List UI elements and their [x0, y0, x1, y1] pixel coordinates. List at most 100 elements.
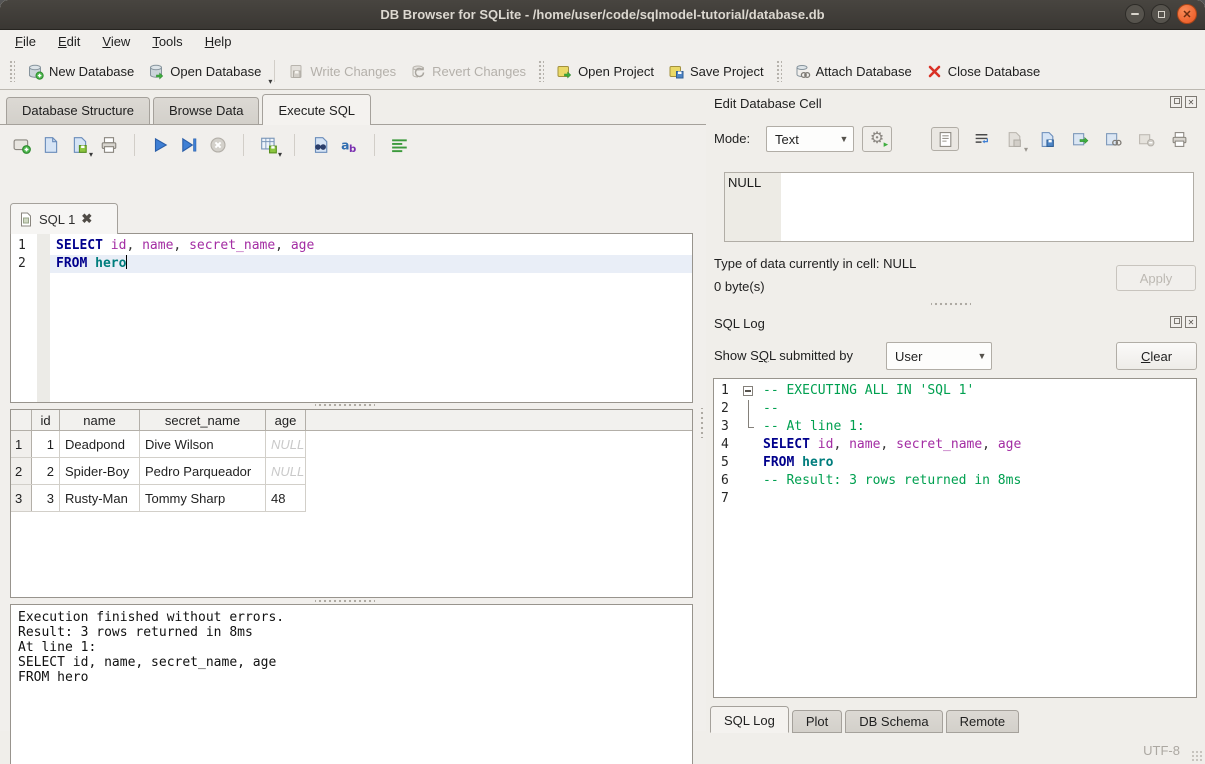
- column-header[interactable]: id: [32, 410, 60, 430]
- encoding-indicator: UTF-8: [1143, 743, 1180, 758]
- tab-db-schema[interactable]: DB Schema: [845, 710, 942, 733]
- tab-sql-log[interactable]: SQL Log: [710, 706, 789, 733]
- menu-edit[interactable]: Edit: [47, 32, 91, 51]
- table-cell[interactable]: Deadpond: [60, 431, 140, 457]
- close-button[interactable]: ✕: [1177, 4, 1197, 24]
- save-sql-file-button[interactable]: [70, 135, 90, 155]
- toolbar-drag-handle[interactable]: [776, 60, 782, 82]
- open-sql-file-button[interactable]: [41, 135, 61, 155]
- sql-file-tab[interactable]: SQL 1 ✖: [10, 203, 118, 234]
- tab-execute-sql[interactable]: Execute SQL: [262, 94, 371, 125]
- float-panel-icon[interactable]: [1170, 316, 1182, 328]
- table-cell[interactable]: Dive Wilson: [140, 431, 266, 457]
- pane-splitter[interactable]: [699, 408, 705, 438]
- code-line: 4SELECT id, name, secret_name, age: [714, 436, 1196, 454]
- sql-editor[interactable]: 1SELECT id, name, secret_name, age2FROM …: [10, 233, 693, 403]
- table-cell[interactable]: NULL: [266, 431, 306, 457]
- execution-message-box[interactable]: Execution finished without errors.Result…: [10, 604, 693, 764]
- message-line: SELECT id, name, secret_name, age: [18, 655, 685, 670]
- table-row[interactable]: 33Rusty-ManTommy Sharp48: [11, 485, 306, 512]
- table-cell[interactable]: 3: [32, 485, 60, 511]
- sql-log-view[interactable]: 1-- EXECUTING ALL IN 'SQL 1'2--3-- At li…: [713, 378, 1197, 698]
- open-sql-tab-button[interactable]: [12, 135, 32, 155]
- maximize-button[interactable]: [1151, 4, 1171, 24]
- menu-view[interactable]: View: [91, 32, 141, 51]
- auto-format-button[interactable]: ab: [339, 135, 359, 155]
- row-number[interactable]: 3: [11, 485, 32, 511]
- table-row[interactable]: 11DeadpondDive WilsonNULL: [11, 431, 306, 458]
- minimize-button[interactable]: [1125, 4, 1145, 24]
- open-in-external-app-button[interactable]: [1102, 127, 1124, 151]
- sql-toolbar-separator: [294, 134, 295, 156]
- tab-remote[interactable]: Remote: [946, 710, 1020, 733]
- open-database-button[interactable]: Open Database: [141, 59, 268, 84]
- open-project-button[interactable]: Open Project: [549, 59, 661, 84]
- table-cell[interactable]: 48: [266, 485, 306, 511]
- menu-tools[interactable]: Tools: [141, 32, 193, 51]
- close-icon: ✕: [1182, 8, 1191, 21]
- main-area: Database Structure Browse Data Execute S…: [0, 90, 706, 731]
- table-cell[interactable]: Spider-Boy: [60, 458, 140, 484]
- resize-grip[interactable]: [1191, 750, 1203, 762]
- execute-all-button[interactable]: [150, 135, 170, 155]
- table-row[interactable]: 22Spider-BoyPedro ParqueadorNULL: [11, 458, 306, 485]
- print-cell-button[interactable]: [1168, 127, 1190, 151]
- code-line: 2--: [714, 400, 1196, 418]
- table-cell[interactable]: Pedro Parqueador: [140, 458, 266, 484]
- gear-icon: ⚙: [870, 131, 884, 147]
- column-header[interactable]: secret_name: [140, 410, 266, 430]
- clear-log-button[interactable]: Clear: [1116, 342, 1197, 370]
- set-null-button: [1135, 127, 1157, 151]
- row-number[interactable]: 1: [11, 431, 32, 457]
- submitted-by-select[interactable]: User ▼: [886, 342, 992, 370]
- menu-file[interactable]: File: [4, 32, 47, 51]
- close-sql-tab-icon[interactable]: ✖: [81, 211, 92, 227]
- close-database-button[interactable]: Close Database: [919, 59, 1048, 84]
- menu-help[interactable]: Help: [194, 32, 243, 51]
- find-replace-button[interactable]: [310, 135, 330, 155]
- results-grid[interactable]: idnamesecret_nameage11DeadpondDive Wilso…: [10, 409, 693, 598]
- column-header[interactable]: age: [266, 410, 306, 430]
- tab-plot[interactable]: Plot: [792, 710, 842, 733]
- cell-value-editor[interactable]: NULL: [724, 172, 1194, 242]
- close-database-label: Close Database: [948, 64, 1041, 79]
- close-panel-icon[interactable]: ✕: [1185, 96, 1197, 108]
- toolbar-drag-handle[interactable]: [9, 60, 15, 82]
- table-cell[interactable]: 2: [32, 458, 60, 484]
- submitted-by-value: User: [887, 349, 973, 364]
- editor-results-splitter[interactable]: [315, 402, 375, 408]
- word-wrap-cell-button[interactable]: [970, 127, 992, 151]
- dock-splitter[interactable]: [931, 301, 971, 307]
- titlebar[interactable]: DB Browser for SQLite - /home/user/code/…: [0, 0, 1205, 30]
- table-cell[interactable]: Rusty-Man: [60, 485, 140, 511]
- print-sql-button[interactable]: [99, 135, 119, 155]
- word-wrap-button[interactable]: [390, 135, 410, 155]
- attach-database-button[interactable]: Attach Database: [787, 59, 919, 84]
- float-panel-icon[interactable]: [1170, 96, 1182, 108]
- column-header[interactable]: name: [60, 410, 140, 430]
- tab-database-structure[interactable]: Database Structure: [6, 97, 150, 124]
- toolbar-drag-handle[interactable]: [538, 60, 544, 82]
- sql-toolbar-separator: [134, 134, 135, 156]
- new-database-label: New Database: [49, 64, 134, 79]
- open-database-label: Open Database: [170, 64, 261, 79]
- export-cell-data-button[interactable]: [1069, 127, 1091, 151]
- code-line: 7: [714, 490, 1196, 508]
- tab-browse-data[interactable]: Browse Data: [153, 97, 259, 124]
- new-database-button[interactable]: New Database: [20, 59, 141, 84]
- mode-select[interactable]: Text ▼: [766, 126, 854, 152]
- sql-toolbar-separator: [374, 134, 375, 156]
- code-line: 1SELECT id, name, secret_name, age: [11, 237, 692, 255]
- execute-current-line-button[interactable]: [179, 135, 199, 155]
- import-cell-data-button[interactable]: [1036, 127, 1058, 151]
- app-window: DB Browser for SQLite - /home/user/code/…: [0, 0, 1205, 764]
- text-mode-button[interactable]: [931, 127, 959, 151]
- save-project-button[interactable]: Save Project: [661, 59, 771, 84]
- table-cell[interactable]: Tommy Sharp: [140, 485, 266, 511]
- table-cell[interactable]: 1: [32, 431, 60, 457]
- save-results-button[interactable]: [259, 135, 279, 155]
- close-panel-icon[interactable]: ✕: [1185, 316, 1197, 328]
- auto-switch-mode-button[interactable]: ⚙: [862, 126, 892, 152]
- table-cell[interactable]: NULL: [266, 458, 306, 484]
- row-number[interactable]: 2: [11, 458, 32, 484]
